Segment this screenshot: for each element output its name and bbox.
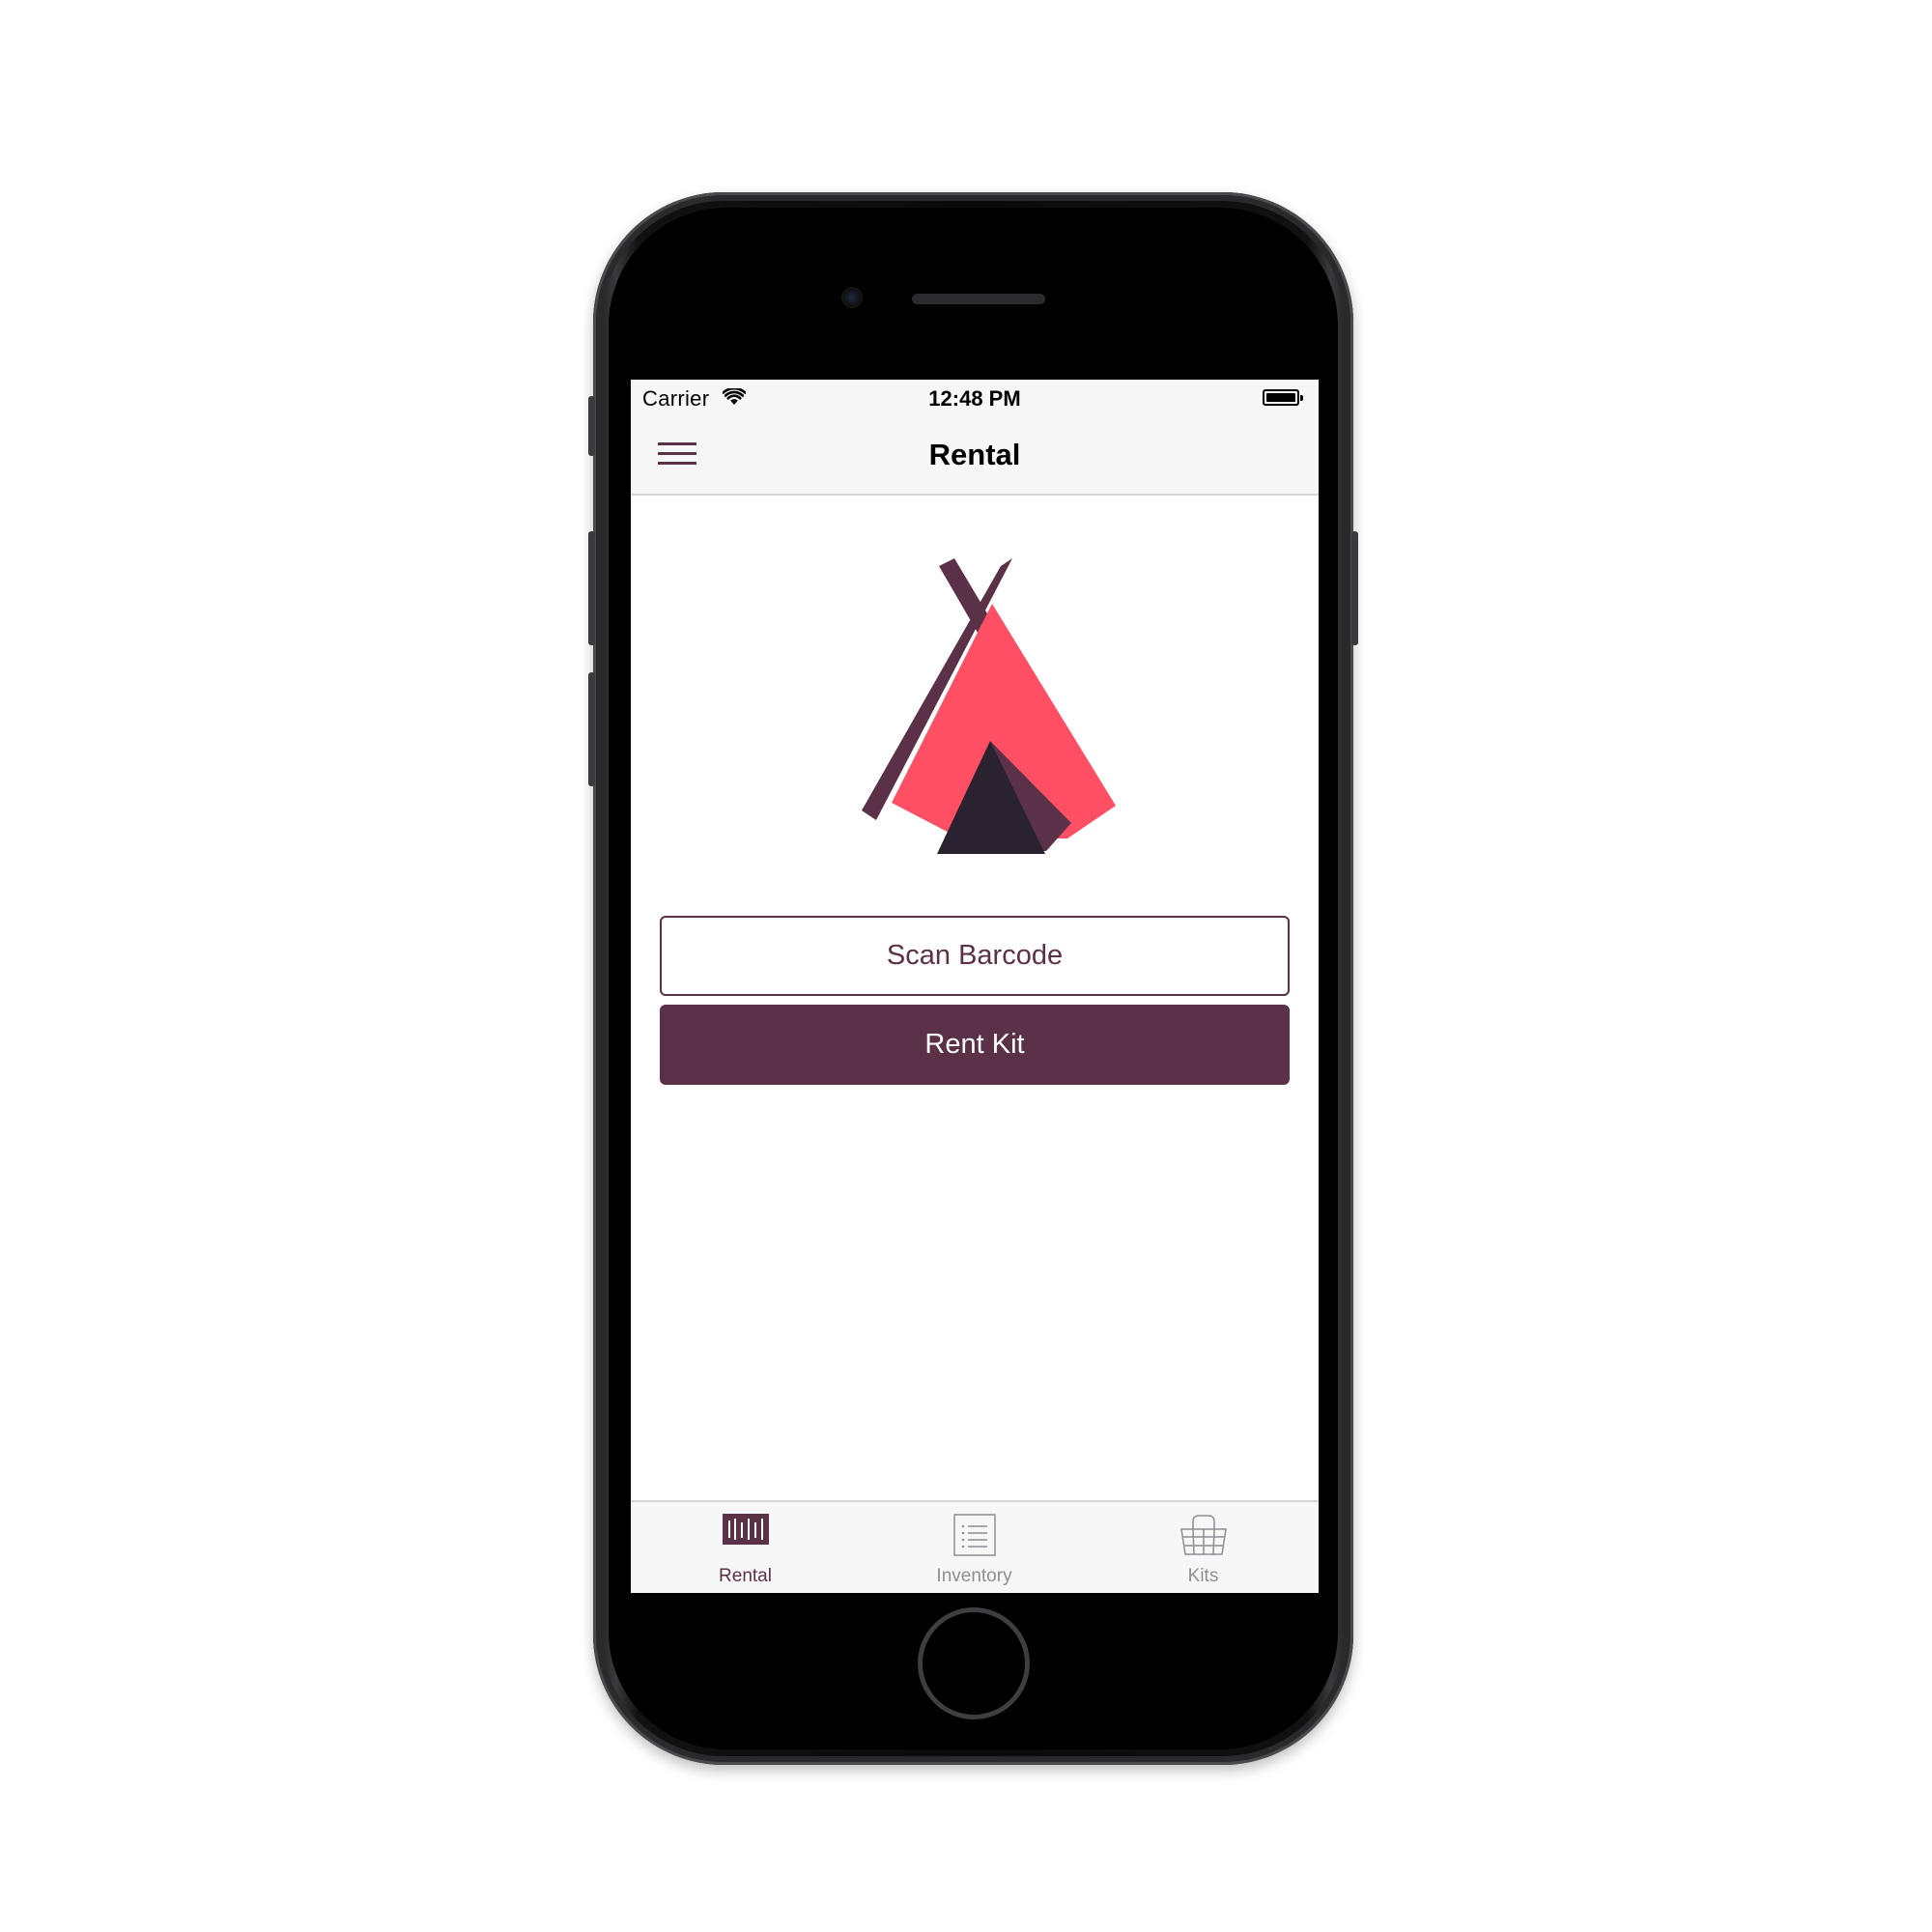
scan-barcode-button[interactable]: Scan Barcode <box>660 916 1290 996</box>
front-camera <box>841 287 863 308</box>
tab-rental[interactable]: Rental <box>631 1502 860 1593</box>
earpiece-speaker <box>912 294 1045 304</box>
tab-inventory-label: Inventory <box>936 1566 1012 1586</box>
status-bar: Carrier 12:48 PM <box>631 380 1319 416</box>
rent-kit-button[interactable]: Rent Kit <box>660 1005 1290 1085</box>
list-icon <box>952 1514 996 1556</box>
status-time: 12:48 PM <box>928 386 1021 411</box>
silent-switch <box>588 396 595 456</box>
home-button[interactable] <box>918 1607 1030 1719</box>
tab-kits-label: Kits <box>1187 1566 1219 1586</box>
battery-icon <box>1263 389 1303 406</box>
barcode-icon <box>722 1514 769 1545</box>
page-title: Rental <box>928 438 1021 471</box>
basket-icon <box>1179 1515 1227 1555</box>
navigation-bar: Rental <box>631 416 1319 496</box>
volume-up-button <box>588 531 595 645</box>
tab-inventory[interactable]: Inventory <box>860 1502 1089 1593</box>
teepee-tent-logo <box>862 558 1116 854</box>
power-button <box>1351 531 1358 645</box>
tab-bar: Rental Inventory Kits <box>631 1500 1319 1593</box>
app-screen: Carrier 12:48 PM Rental Scan Barcode Ren… <box>631 380 1319 1593</box>
volume-down-button <box>588 672 595 786</box>
tab-rental-label: Rental <box>719 1566 772 1586</box>
tab-kits[interactable]: Kits <box>1089 1502 1318 1593</box>
